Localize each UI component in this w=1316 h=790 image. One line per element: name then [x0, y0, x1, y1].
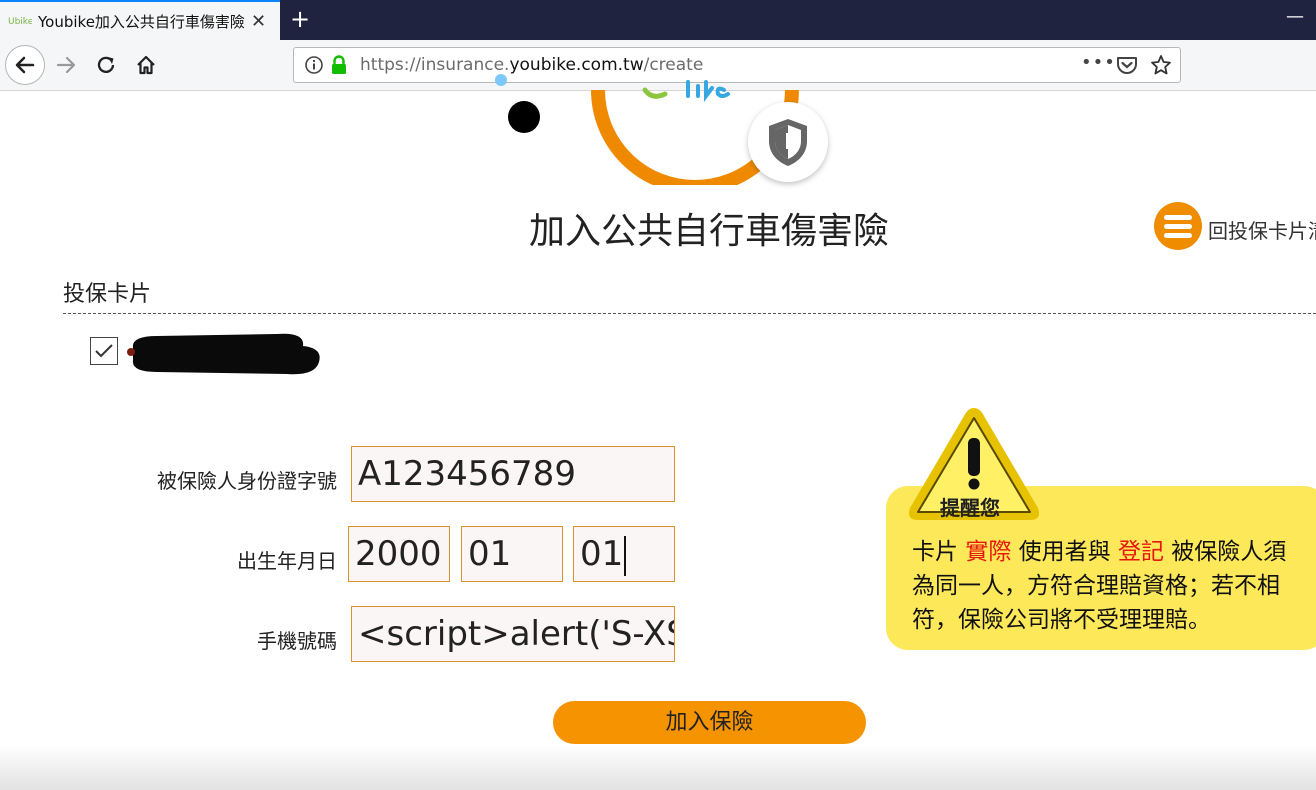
menu-bar-icon	[1164, 223, 1192, 229]
phone-input[interactable]: <script>alert('S-XSS')	[351, 606, 675, 662]
tab-title: Youbike加入公共自行車傷害險	[38, 13, 245, 31]
birth-day-value: 01	[580, 534, 624, 574]
bottom-shadow	[0, 745, 1316, 790]
tab-close-icon[interactable]: ✕	[251, 11, 266, 32]
join-insurance-button[interactable]: 加入保險	[553, 701, 866, 744]
menu-list-button[interactable]	[1154, 202, 1202, 250]
back-to-card-list-link[interactable]: 回投保卡片清	[1208, 215, 1316, 244]
lock-icon[interactable]	[330, 55, 348, 75]
page-title: 加入公共自行車傷害險	[529, 211, 890, 252]
reload-button[interactable]	[86, 45, 126, 85]
forward-arrow-icon	[56, 56, 76, 74]
birth-date-label: 出生年月日	[237, 549, 337, 573]
reminder-badge-label: 提醒您	[940, 496, 1000, 520]
birth-month-input[interactable]: 01	[461, 526, 563, 582]
card-checkbox[interactable]	[90, 337, 118, 365]
svg-text:Ubike: Ubike	[8, 17, 32, 26]
new-tab-button[interactable]: +	[290, 5, 310, 33]
back-arrow-icon	[15, 56, 35, 74]
home-button[interactable]	[126, 45, 166, 85]
reminder-text: 卡片 實際 使用者與 登記 被保險人須為同一人，方符合理賠資格；若不相符，保險公…	[912, 539, 1287, 633]
highlight-actual: 實際	[965, 539, 1012, 565]
birth-day-input[interactable]: 01	[573, 526, 675, 582]
reload-icon	[97, 56, 115, 73]
birth-year-input[interactable]: 2000	[348, 526, 450, 582]
home-icon	[137, 55, 155, 75]
forward-button[interactable]	[46, 45, 86, 85]
menu-bar-icon	[1164, 214, 1192, 220]
highlight-registered: 登記	[1117, 539, 1164, 565]
shield-icon	[769, 119, 807, 166]
section-title: 投保卡片	[63, 282, 152, 307]
phone-label: 手機號碼	[257, 629, 337, 653]
info-icon[interactable]	[304, 55, 324, 75]
redacted-card-name	[127, 333, 320, 375]
menu-bar-icon	[1164, 232, 1192, 238]
window-minimize-button[interactable]: —	[1286, 6, 1304, 27]
page-actions-more-icon[interactable]: •••	[1081, 52, 1116, 73]
shield-badge	[748, 102, 828, 182]
text-caret	[624, 535, 627, 576]
mouse-cursor-indicator	[495, 74, 507, 86]
pocket-icon[interactable]	[1116, 55, 1138, 75]
checkmark-icon	[95, 344, 113, 358]
black-dot-marker	[508, 101, 540, 133]
back-button[interactable]	[5, 45, 45, 85]
browser-tab-active[interactable]: Ubike Youbike加入公共自行車傷害險 ✕	[0, 0, 280, 40]
section-divider	[63, 313, 1316, 314]
id-number-input[interactable]: A123456789	[351, 446, 675, 502]
bookmark-star-icon[interactable]	[1150, 54, 1172, 76]
youbike-favicon-icon: Ubike	[8, 17, 32, 26]
id-number-label: 被保險人身份證字號	[157, 469, 337, 493]
